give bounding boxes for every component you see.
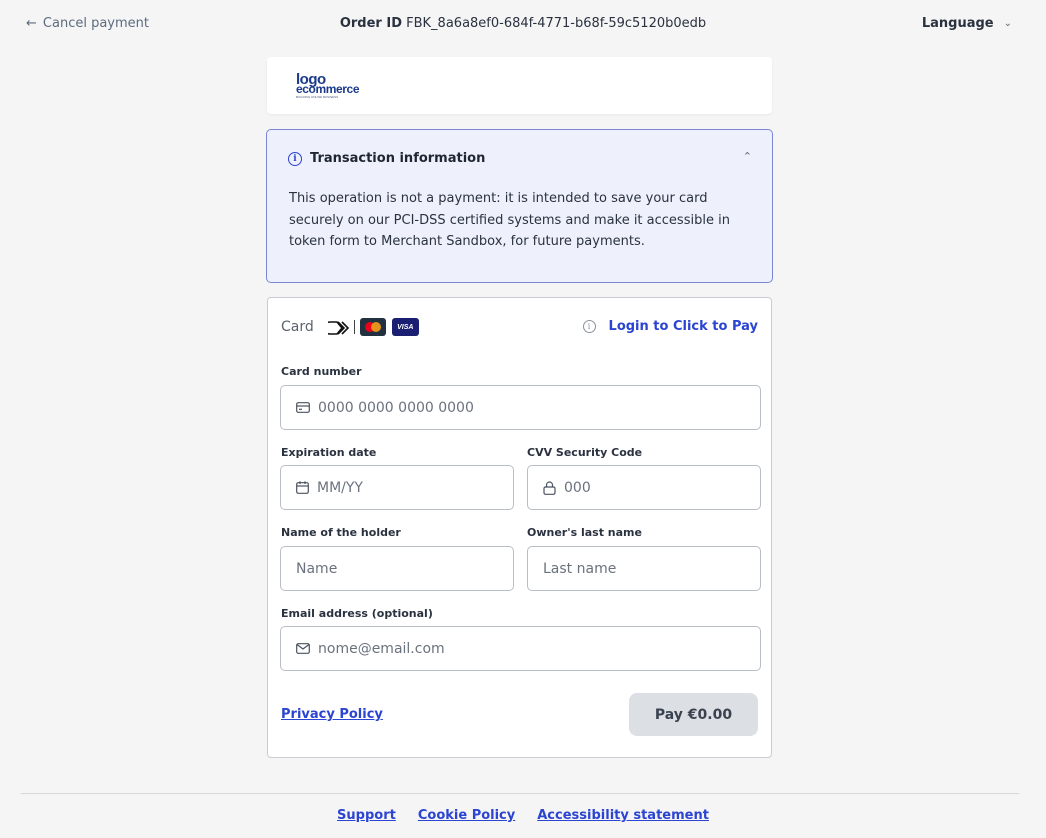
cvv-label: CVV Security Code xyxy=(527,446,643,459)
language-label: Language xyxy=(921,16,994,31)
card-brands-row: Card VISA xyxy=(281,318,419,336)
holder-name-label: Name of the holder xyxy=(281,526,401,539)
click-to-pay: i Login to Click to Pay xyxy=(582,319,758,334)
logo-tagline: BUILDING ONLINE BUSINESS xyxy=(296,95,339,99)
logo-line2: ecommerce xyxy=(296,82,360,96)
brand-separator xyxy=(353,320,355,334)
click-to-pay-icon xyxy=(322,320,350,335)
card-label: Card xyxy=(281,319,314,335)
credit-card-icon xyxy=(296,402,310,413)
holder-name-input[interactable] xyxy=(296,560,513,577)
info-icon[interactable]: i xyxy=(582,320,596,333)
calendar-icon xyxy=(296,481,309,494)
pay-button[interactable]: Pay €0.00 xyxy=(629,693,758,736)
email-field[interactable] xyxy=(280,626,761,671)
transaction-info-title: Transaction information xyxy=(310,151,486,166)
merchant-logo-card: logo ecommerce BUILDING ONLINE BUSINESS xyxy=(267,57,772,114)
transaction-info-header[interactable]: i Transaction information xyxy=(288,151,485,166)
merchant-logo: logo ecommerce BUILDING ONLINE BUSINESS xyxy=(296,72,360,99)
expiration-input[interactable] xyxy=(317,479,513,496)
accessibility-statement-link[interactable]: Accessibility statement xyxy=(537,808,709,823)
card-form: Card VISA i Login to Click to Pay Card n… xyxy=(267,297,772,758)
info-icon: i xyxy=(288,151,302,166)
cvv-input[interactable] xyxy=(564,479,760,496)
holder-name-field[interactable] xyxy=(280,546,514,591)
support-link[interactable]: Support xyxy=(337,808,396,823)
footer-divider xyxy=(21,793,1019,794)
last-name-field[interactable] xyxy=(527,546,761,591)
top-bar: ← Cancel payment Order ID FBK_8a6a8ef0-6… xyxy=(0,0,1046,48)
card-number-label: Card number xyxy=(281,365,362,378)
card-number-input[interactable] xyxy=(318,399,760,416)
chevron-up-icon[interactable]: ⌃ xyxy=(743,150,752,163)
mastercard-icon xyxy=(359,318,386,336)
login-click-to-pay-link[interactable]: Login to Click to Pay xyxy=(609,319,758,334)
mail-icon xyxy=(296,643,310,654)
expiration-label: Expiration date xyxy=(281,446,377,459)
expiration-field[interactable] xyxy=(280,465,514,510)
language-selector[interactable]: Language ⌄ xyxy=(922,16,1012,31)
order-id: Order ID FBK_8a6a8ef0-684f-4771-b68f-59c… xyxy=(0,16,1046,31)
lock-icon xyxy=(543,480,556,495)
visa-icon: VISA xyxy=(391,318,419,336)
chevron-down-icon: ⌄ xyxy=(1003,18,1012,29)
transaction-info-text: This operation is not a payment: it is i… xyxy=(289,191,730,249)
card-number-field[interactable] xyxy=(280,385,761,430)
transaction-info-panel: i Transaction information ⌃ This operati… xyxy=(266,129,773,283)
email-label: Email address (optional) xyxy=(281,607,433,620)
cookie-policy-link[interactable]: Cookie Policy xyxy=(418,808,515,823)
last-name-input[interactable] xyxy=(543,560,760,577)
email-input[interactable] xyxy=(318,640,760,657)
privacy-policy-link[interactable]: Privacy Policy xyxy=(281,707,383,722)
order-id-label: Order ID xyxy=(339,16,402,31)
order-id-value: FBK_8a6a8ef0-684f-4771-b68f-59c5120b0edb xyxy=(406,16,707,31)
footer-links: Support Cookie Policy Accessibility stat… xyxy=(0,808,1046,823)
cvv-field[interactable] xyxy=(527,465,761,510)
last-name-label: Owner's last name xyxy=(527,526,642,539)
